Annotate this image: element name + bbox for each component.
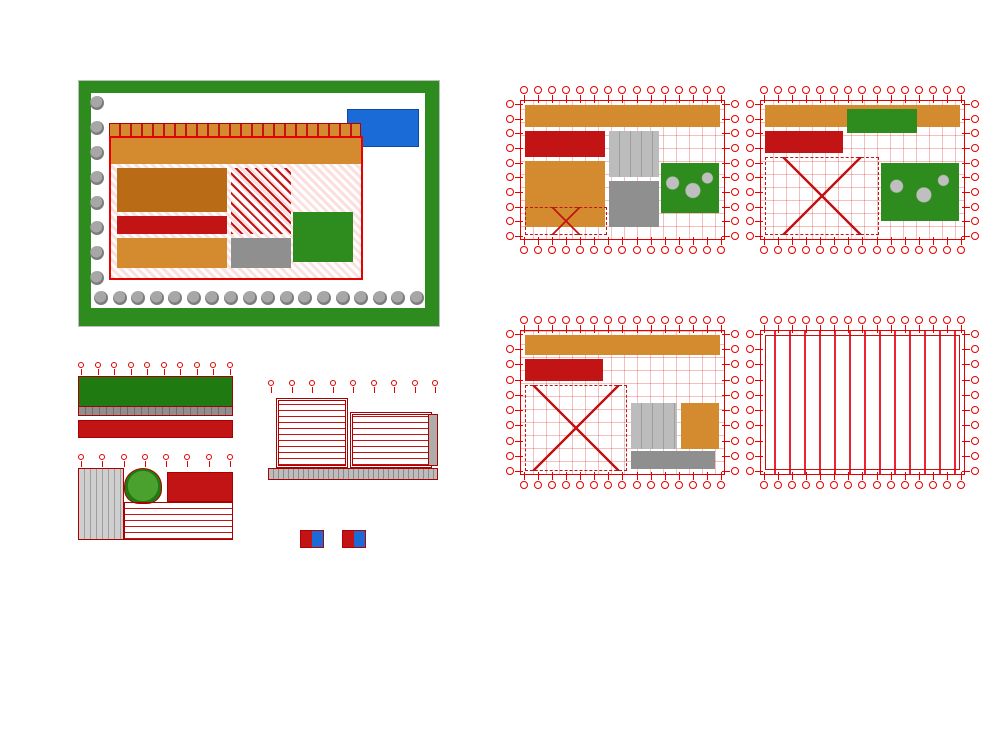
elevation-1 [78, 370, 233, 438]
legend-chip-b [342, 530, 366, 548]
elevation-2 [78, 462, 233, 540]
drawing-sheet [0, 0, 1000, 750]
site-plan [78, 80, 440, 327]
tree-row-left [89, 95, 105, 286]
section-a [268, 388, 438, 480]
legend [300, 530, 366, 548]
tree-row-bottom [93, 290, 425, 306]
parking-strip [109, 123, 361, 137]
roof-plan [760, 330, 965, 475]
legend-chip-a [300, 530, 324, 548]
floor-plan-1 [520, 100, 725, 240]
floor-plan-2 [760, 100, 965, 240]
floor-plan-3 [520, 330, 725, 475]
building-footprint [109, 136, 363, 280]
